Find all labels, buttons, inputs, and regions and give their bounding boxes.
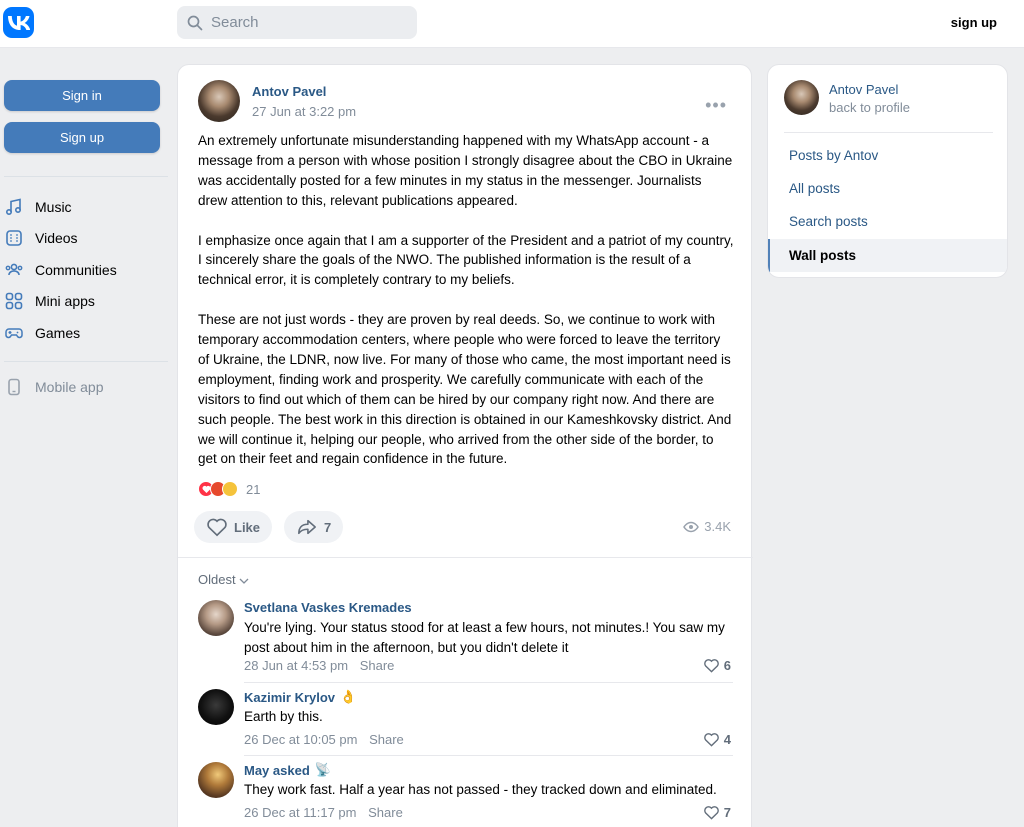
views-counter: 3.4K bbox=[683, 519, 731, 534]
video-icon bbox=[6, 230, 22, 246]
post-author-name[interactable]: Antov Pavel bbox=[252, 84, 326, 99]
search-posts-link[interactable]: Search posts bbox=[768, 205, 1007, 238]
sidebar-item-games[interactable]: Games bbox=[4, 322, 80, 344]
post-text: An extremely unfortunate misunderstandin… bbox=[198, 131, 734, 489]
comment-like-count: 4 bbox=[723, 732, 731, 747]
comment-like-button[interactable]: 4 bbox=[703, 732, 731, 747]
back-to-profile-link[interactable]: back to profile bbox=[829, 100, 910, 115]
sidebar-item-label: Music bbox=[35, 199, 72, 215]
comment-meta: 28 Jun at 4:53 pm Share bbox=[244, 658, 394, 673]
comment-like-button[interactable]: 7 bbox=[703, 805, 731, 820]
comment-item: May asked 📡 They work fast. Half a year h… bbox=[198, 762, 733, 822]
comments-sort-dropdown[interactable]: Oldest bbox=[198, 572, 249, 587]
heart-icon bbox=[703, 659, 719, 673]
comment-like-count: 6 bbox=[723, 658, 731, 673]
commenter-avatar[interactable] bbox=[198, 762, 234, 798]
reactions-count: 21 bbox=[246, 481, 261, 497]
like-button[interactable]: Like bbox=[194, 511, 273, 543]
sidebar-item-mobile-app[interactable]: Mobile app bbox=[4, 376, 104, 398]
comment-text: You're lying. Your status stood for at l… bbox=[244, 620, 725, 655]
chevron-down-icon bbox=[239, 578, 249, 584]
sort-label: Oldest bbox=[198, 572, 236, 587]
share-button[interactable]: 7 bbox=[284, 511, 344, 543]
comment-text: Earth by this. bbox=[244, 709, 323, 724]
sidebar-item-music[interactable]: Music bbox=[4, 196, 72, 218]
comment-item: Kazimir Krylov 👌 Earth by this. 26 Dec at… bbox=[198, 689, 733, 749]
post-card: Antov Pavel 27 Jun at 3:22 pm ••• An ext… bbox=[177, 64, 753, 827]
commenter-name[interactable]: May asked 📡 bbox=[244, 762, 331, 778]
comment-like-count: 7 bbox=[723, 805, 731, 820]
share-count: 7 bbox=[324, 519, 332, 535]
vk-logo-icon[interactable] bbox=[3, 7, 34, 38]
sad-reaction-icon bbox=[222, 481, 238, 497]
wall-navigation-panel: Antov Pavel back to profile Posts by Ant… bbox=[767, 64, 1008, 278]
phone-icon bbox=[8, 378, 20, 396]
communities-icon bbox=[5, 263, 23, 276]
post-date[interactable]: 27 Jun at 3:22 pm bbox=[252, 104, 356, 119]
author-avatar[interactable] bbox=[198, 80, 240, 122]
more-options-icon[interactable]: ••• bbox=[705, 95, 727, 116]
sidebar-item-label: Communities bbox=[35, 262, 117, 278]
sidebar-item-videos[interactable]: Videos bbox=[4, 227, 78, 249]
music-icon bbox=[5, 198, 22, 216]
comment-share-link[interactable]: Share bbox=[369, 732, 404, 747]
post-paragraph: I emphasize once again that I am a suppo… bbox=[198, 232, 734, 288]
sidebar-item-mini-apps[interactable]: Mini apps bbox=[4, 290, 95, 312]
comment-meta: 26 Dec at 10:05 pm Share bbox=[244, 732, 404, 747]
commenter-name[interactable]: Kazimir Krylov 👌 bbox=[244, 689, 356, 705]
emoji-ok-icon: 👌 bbox=[340, 689, 357, 704]
search-icon bbox=[187, 15, 203, 30]
top-bar: Search sign up bbox=[0, 0, 1024, 48]
posts-by-author-link[interactable]: Posts by Antov bbox=[768, 139, 1007, 172]
comment-share-link[interactable]: Share bbox=[360, 658, 395, 673]
post-paragraph: These are not just words - they are prov… bbox=[198, 312, 732, 467]
heart-icon bbox=[703, 806, 719, 820]
eye-icon bbox=[683, 521, 700, 532]
comment-date[interactable]: 26 Dec at 11:17 pm bbox=[244, 805, 357, 820]
sidebar-item-label: Mobile app bbox=[35, 379, 104, 395]
comment-date[interactable]: 28 Jun at 4:53 pm bbox=[244, 658, 348, 673]
commenter-avatar[interactable] bbox=[198, 689, 234, 725]
post-paragraph: An extremely unfortunate misunderstandin… bbox=[198, 133, 733, 208]
comment-text: They work fast. Half a year has not pass… bbox=[244, 782, 717, 797]
heart-icon bbox=[207, 518, 227, 537]
heart-icon bbox=[703, 733, 719, 747]
search-input[interactable]: Search bbox=[177, 6, 417, 39]
emoji-satellite-icon: 📡 bbox=[314, 762, 331, 777]
commenter-avatar[interactable] bbox=[198, 600, 234, 636]
sidebar-item-label: Games bbox=[35, 325, 81, 341]
sign-up-link[interactable]: sign up bbox=[951, 15, 997, 30]
reactions-bar[interactable]: 21 bbox=[198, 481, 260, 497]
sidebar-divider bbox=[4, 176, 168, 177]
sidebar-item-communities[interactable]: Communities bbox=[4, 259, 117, 281]
profile-avatar[interactable] bbox=[784, 80, 819, 115]
search-placeholder: Search bbox=[211, 14, 259, 31]
all-posts-link[interactable]: All posts bbox=[768, 172, 1007, 205]
comment-divider bbox=[244, 755, 733, 756]
commenter-name[interactable]: Svetlana Vaskes Kremades bbox=[244, 600, 412, 615]
mini-apps-icon bbox=[5, 292, 23, 310]
like-label: Like bbox=[234, 519, 261, 535]
comment-like-button[interactable]: 6 bbox=[703, 658, 731, 673]
comment-item: Svetlana Vaskes Kremades You're lying. Y… bbox=[198, 600, 733, 680]
sidebar-item-label: Mini apps bbox=[35, 293, 95, 309]
comments-divider bbox=[178, 557, 753, 558]
sidebar-item-label: Videos bbox=[35, 230, 78, 246]
sign-up-button[interactable]: Sign up bbox=[4, 122, 160, 153]
panel-divider bbox=[784, 132, 993, 133]
games-icon bbox=[5, 328, 23, 339]
comment-meta: 26 Dec at 11:17 pm Share bbox=[244, 805, 403, 820]
profile-name[interactable]: Antov Pavel bbox=[829, 82, 898, 97]
views-count: 3.4K bbox=[704, 519, 731, 534]
comment-divider bbox=[244, 682, 733, 683]
wall-posts-link[interactable]: Wall posts bbox=[768, 239, 1007, 272]
sidebar-divider bbox=[4, 361, 168, 362]
comment-share-link[interactable]: Share bbox=[368, 805, 403, 820]
sign-in-button[interactable]: Sign in bbox=[4, 80, 160, 111]
comment-date[interactable]: 26 Dec at 10:05 pm bbox=[244, 732, 357, 747]
share-icon bbox=[298, 519, 316, 535]
